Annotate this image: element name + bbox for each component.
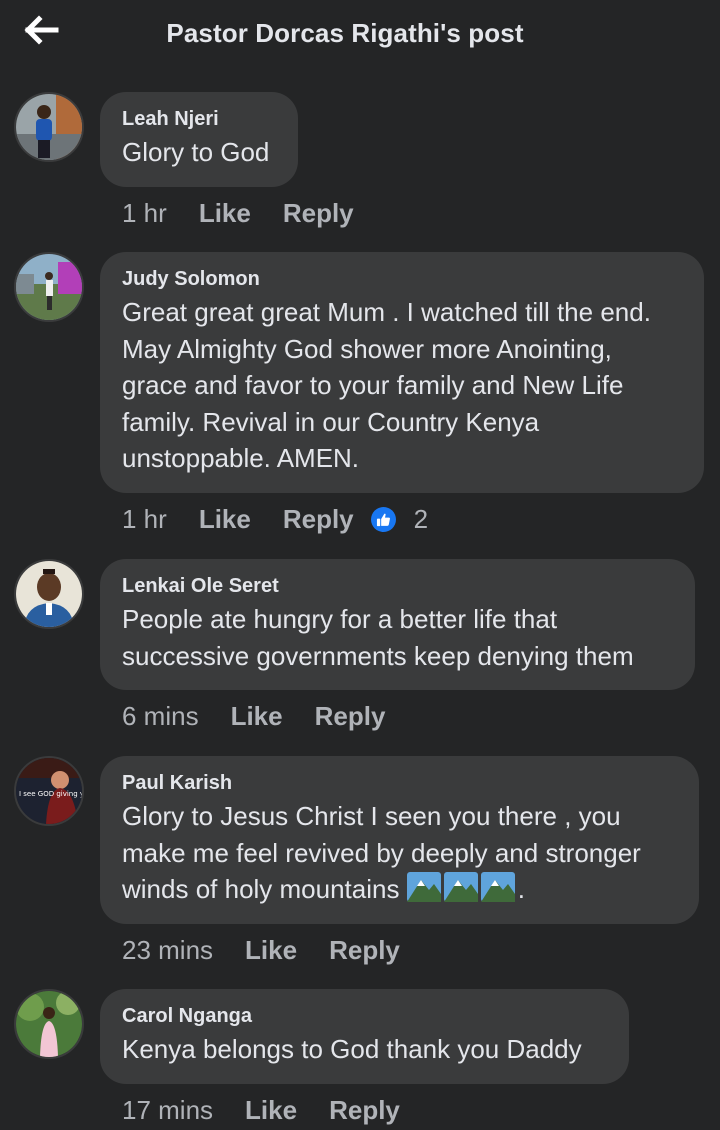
avatar[interactable] bbox=[14, 252, 84, 322]
avatar-caption: I see GOD giving you victory over your bbox=[19, 790, 82, 798]
reply-button[interactable]: Reply bbox=[315, 701, 386, 732]
reaction-summary[interactable]: 2 bbox=[370, 503, 429, 535]
snow-mountain-icon bbox=[480, 872, 515, 902]
avatar[interactable] bbox=[14, 559, 84, 629]
like-thumb-icon bbox=[370, 506, 396, 532]
comment-author[interactable]: Paul Karish bbox=[122, 771, 677, 795]
reply-button[interactable]: Reply bbox=[283, 198, 354, 229]
snow-mountain-icon bbox=[406, 872, 441, 902]
comment-text: Great great great Mum . I watched till t… bbox=[122, 297, 651, 473]
comment-text: People ate hungry for a better life that… bbox=[122, 604, 634, 671]
comment-meta: 1 hr Like Reply 2 bbox=[122, 499, 428, 539]
comment-author[interactable]: Judy Solomon bbox=[122, 267, 682, 291]
comment-author[interactable]: Lenkai Ole Seret bbox=[122, 574, 673, 598]
like-button[interactable]: Like bbox=[245, 1095, 297, 1126]
comment-text: Kenya belongs to God thank you Daddy bbox=[122, 1034, 582, 1064]
top-bar: Pastor Dorcas Rigathi's post bbox=[0, 0, 720, 70]
comment-bubble: Paul Karish Glory to Jesus Christ I seen… bbox=[100, 756, 699, 924]
comment-time[interactable]: 1 hr bbox=[122, 198, 167, 229]
reaction-count: 2 bbox=[413, 503, 429, 534]
avatar[interactable] bbox=[14, 989, 84, 1059]
snow-mountain-icon bbox=[443, 872, 478, 902]
reply-button[interactable]: Reply bbox=[329, 935, 400, 966]
comment-text-body: Glory to Jesus Christ I seen you there ,… bbox=[122, 801, 641, 904]
comment-meta: 1 hr Like Reply bbox=[122, 193, 386, 233]
comment-meta: 23 mins Like Reply bbox=[122, 930, 432, 970]
comment-time[interactable]: 23 mins bbox=[122, 935, 213, 966]
comment-author[interactable]: Leah Njeri bbox=[122, 107, 276, 131]
reply-button[interactable]: Reply bbox=[283, 504, 354, 535]
avatar[interactable]: I see GOD giving you victory over your bbox=[14, 756, 84, 826]
comment-text-suffix: . bbox=[517, 874, 525, 904]
comment-text: Glory to God bbox=[122, 137, 270, 167]
comment-author[interactable]: Carol Nganga bbox=[122, 1004, 607, 1028]
page-title: Pastor Dorcas Rigathi's post bbox=[166, 18, 524, 48]
reply-button[interactable]: Reply bbox=[329, 1095, 400, 1126]
comment-time[interactable]: 17 mins bbox=[122, 1095, 213, 1126]
comment-bubble: Carol Nganga Kenya belongs to God thank … bbox=[100, 989, 629, 1084]
like-button[interactable]: Like bbox=[199, 198, 251, 229]
comment-time[interactable]: 6 mins bbox=[122, 701, 199, 732]
avatar[interactable] bbox=[14, 92, 84, 162]
like-button[interactable]: Like bbox=[199, 504, 251, 535]
comment-bubble: Lenkai Ole Seret People ate hungry for a… bbox=[100, 559, 695, 690]
comment-bubble: Judy Solomon Great great great Mum . I w… bbox=[100, 252, 704, 493]
comment-meta: 17 mins Like Reply bbox=[122, 1090, 432, 1130]
comment-text: Glory to Jesus Christ I seen you there ,… bbox=[122, 798, 677, 908]
comment-meta: 6 mins Like Reply bbox=[122, 696, 417, 736]
comment-time[interactable]: 1 hr bbox=[122, 504, 167, 535]
like-button[interactable]: Like bbox=[245, 935, 297, 966]
comment-bubble: Leah Njeri Glory to God bbox=[100, 92, 298, 187]
like-button[interactable]: Like bbox=[231, 701, 283, 732]
